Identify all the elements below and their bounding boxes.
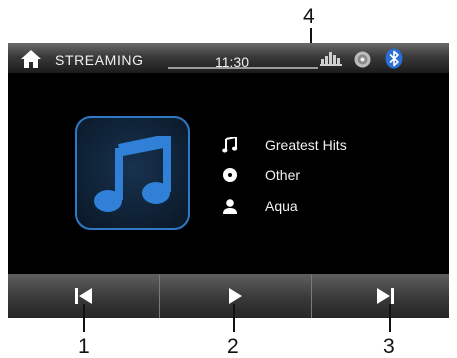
previous-track-icon [75, 288, 92, 304]
artist-name: Aqua [265, 198, 298, 214]
callout-number-4: 4 [303, 5, 315, 28]
disc-icon[interactable] [354, 51, 371, 68]
disc-icon [222, 167, 238, 183]
callout-number-2: 2 [227, 335, 239, 358]
callout-number-3: 3 [383, 335, 395, 358]
status-divider [168, 67, 318, 69]
album-name: Other [265, 167, 301, 183]
equalizer-icon[interactable] [320, 50, 342, 66]
album-art [75, 116, 190, 230]
home-icon[interactable] [21, 50, 41, 68]
person-icon [222, 198, 238, 214]
play-icon [229, 288, 242, 304]
music-note-large-icon [94, 136, 171, 212]
callout-line-3 [389, 304, 391, 332]
playback-control-bar [8, 274, 449, 318]
callout-line-1 [83, 304, 85, 332]
music-note-icon [222, 135, 238, 153]
next-track-icon [377, 288, 394, 304]
status-bar: STREAMING 11:30 [8, 43, 449, 73]
bluetooth-icon[interactable] [385, 48, 403, 69]
callout-line-2 [233, 304, 235, 332]
head-unit-screen: STREAMING 11:30 Greatest Hits Other Aqua [8, 43, 449, 318]
callout-number-1: 1 [78, 335, 90, 358]
next-track-button[interactable] [311, 274, 449, 318]
source-label: STREAMING [55, 52, 144, 68]
play-button[interactable] [159, 274, 311, 318]
track-title: Greatest Hits [265, 137, 347, 153]
